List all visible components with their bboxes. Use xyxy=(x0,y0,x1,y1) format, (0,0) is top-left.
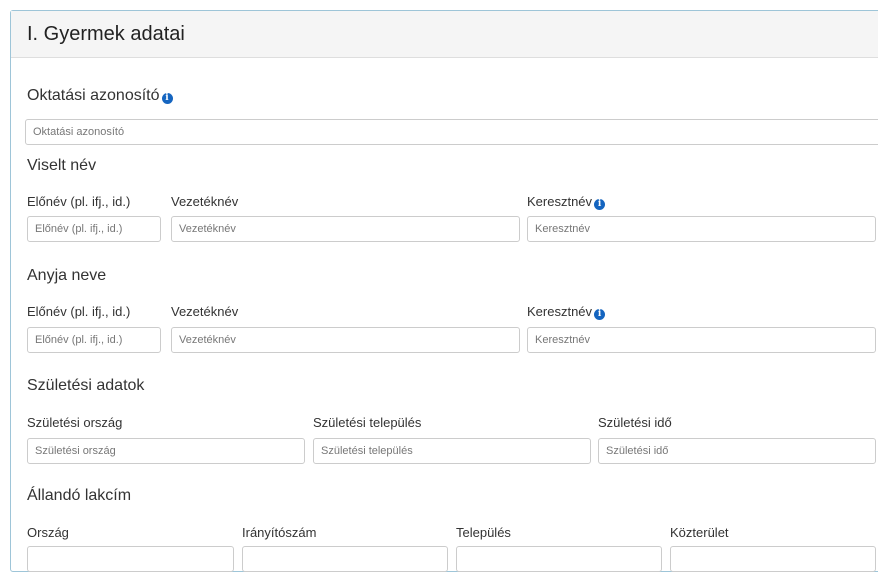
current-prefix-label: Előnév (pl. ifj., id.) xyxy=(27,194,131,209)
address-city-input[interactable] xyxy=(456,546,662,572)
address-street-label: Közterület xyxy=(670,525,729,540)
mother-lastname-input[interactable] xyxy=(171,327,520,353)
birth-date-input[interactable] xyxy=(598,438,876,464)
address-country-input[interactable] xyxy=(27,546,234,572)
address-street-input[interactable] xyxy=(670,546,876,572)
info-icon[interactable]: i xyxy=(594,199,606,210)
mother-firstname-label-wrap: Keresztnév i xyxy=(527,304,606,320)
panel-header: I. Gyermek adatai xyxy=(11,11,878,58)
birth-date-label: Születési idő xyxy=(598,415,672,430)
current-prefix-input[interactable] xyxy=(27,216,161,242)
birth-city-label: Születési település xyxy=(313,415,422,430)
current-firstname-label-wrap: Keresztnév i xyxy=(527,194,606,210)
birth-country-input[interactable] xyxy=(27,438,305,464)
mother-lastname-label: Vezetéknév xyxy=(171,304,239,319)
permanent-address-heading: Állandó lakcím xyxy=(27,487,132,504)
birth-data-heading: Születési adatok xyxy=(27,377,145,394)
mother-prefix-label: Előnév (pl. ifj., id.) xyxy=(27,304,131,319)
info-icon[interactable]: i xyxy=(161,93,173,104)
current-firstname-label: Keresztnév xyxy=(527,194,593,209)
education-id-input[interactable] xyxy=(25,119,878,145)
mother-prefix-input[interactable] xyxy=(27,327,161,353)
address-zip-label: Irányítószám xyxy=(242,525,317,540)
current-lastname-input[interactable] xyxy=(171,216,520,242)
mother-firstname-label: Keresztnév xyxy=(527,304,593,319)
mother-name-heading: Anyja neve xyxy=(27,267,107,284)
current-lastname-label: Vezetéknév xyxy=(171,194,239,209)
mother-firstname-input[interactable] xyxy=(527,327,876,353)
address-city-label: Település xyxy=(456,525,511,540)
education-id-label: Oktatási azonosító xyxy=(27,87,160,104)
birth-city-input[interactable] xyxy=(313,438,591,464)
panel-title: I. Gyermek adatai xyxy=(27,23,185,45)
address-country-label: Ország xyxy=(27,525,69,540)
current-name-heading: Viselt név xyxy=(27,157,97,174)
birth-country-label: Születési ország xyxy=(27,415,123,430)
current-firstname-input[interactable] xyxy=(527,216,876,242)
info-icon[interactable]: i xyxy=(594,309,606,320)
address-zip-input[interactable] xyxy=(242,546,448,572)
education-id-heading: Oktatási azonosító i xyxy=(27,87,173,105)
